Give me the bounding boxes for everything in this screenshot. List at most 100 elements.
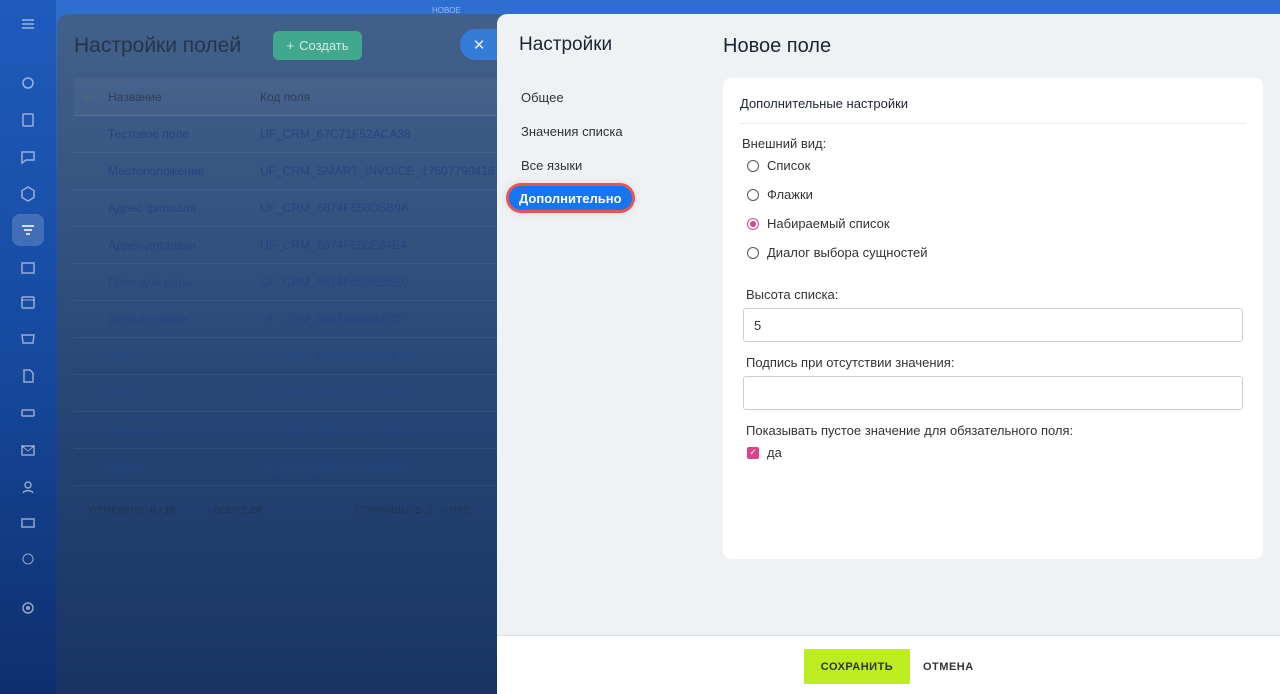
- close-icon: ✕: [472, 36, 486, 54]
- row-code: UF_CRM_6883983B03CD7: [260, 312, 409, 326]
- list-height-input[interactable]: [743, 308, 1243, 342]
- people-icon[interactable]: [14, 473, 42, 501]
- row-name[interactable]: Поле для даты: [108, 275, 260, 289]
- show-empty-label: Показывать пустое значение для обязатель…: [746, 423, 1074, 438]
- radio-entity-dialog[interactable]: Диалог выбора сущностей: [747, 245, 928, 260]
- radio-typed-list[interactable]: Набираемый список: [747, 216, 890, 231]
- document-icon[interactable]: [14, 362, 42, 390]
- monitor-icon[interactable]: [14, 510, 42, 538]
- mail-icon[interactable]: [14, 436, 42, 464]
- slider-title: Настройки: [519, 34, 613, 55]
- section-title: Дополнительные настройки: [740, 96, 1246, 124]
- table-row[interactable]: Фамилия UF_CRM_68AC9EC07B7C3: [74, 412, 517, 449]
- table-row[interactable]: Адрес филиала UF_CRM_6874F650D5B9A: [74, 190, 517, 227]
- row-name[interactable]: Цвет: [108, 349, 260, 363]
- empty-caption-input[interactable]: [743, 376, 1243, 410]
- row-code: UF_CRM_6874F650E64E4: [260, 238, 407, 252]
- hexagon-icon[interactable]: [14, 180, 42, 208]
- appearance-label: Внешний вид:: [742, 136, 827, 151]
- filter-icon[interactable]: [12, 214, 44, 246]
- nav-item-additional[interactable]: Дополнительно: [509, 186, 632, 210]
- row-name[interactable]: Адрес доставки: [108, 238, 260, 252]
- nav-item-list-values[interactable]: Значения списка: [509, 114, 635, 148]
- radio-label: Список: [767, 158, 811, 173]
- radio-button-selected[interactable]: [747, 217, 759, 230]
- row-code: UF_CRM_6874F650EB5E0: [260, 275, 409, 289]
- cancel-button[interactable]: ОТМЕНА: [915, 649, 982, 684]
- page-title: Настройки полей: [74, 34, 242, 57]
- form-title: Новое поле: [723, 35, 832, 57]
- table-row[interactable]: Поле для даты UF_CRM_6874F650EB5E0: [74, 264, 517, 301]
- table-row[interactable]: Местоположение UF_CRM_SMART_INVOICE_17507…: [74, 153, 517, 190]
- table-row[interactable]: Тестовое поле UF_CRM_67C71F52ACA38: [74, 116, 517, 153]
- radio-label: Флажки: [767, 187, 813, 202]
- row-code: UF_CRM_68AC9EC05BEA5: [260, 349, 415, 363]
- pagination: СТРАНИЦЫ: 1 2 ‹ ПРЕ: [355, 505, 470, 515]
- radio-button[interactable]: [747, 159, 759, 172]
- nav-item-all-languages[interactable]: Все языки: [509, 148, 635, 182]
- radio-label: Набираемый список: [767, 216, 890, 231]
- prev-link[interactable]: ‹ ПРЕ: [444, 505, 470, 515]
- settings-icon[interactable]: [14, 594, 42, 622]
- table-row[interactable]: Адрес доставки UF_CRM_6874F650E64E4: [74, 227, 517, 264]
- empty-caption-label: Подпись при отсутствии значения:: [746, 355, 955, 370]
- table-row[interactable]: Дата доставки UF_CRM_6883983B03CD7: [74, 301, 517, 338]
- cart-icon[interactable]: [14, 325, 42, 353]
- row-code: UF_CRM_67C71F52ACA38: [260, 127, 411, 141]
- board-icon[interactable]: [14, 254, 42, 282]
- more-icon[interactable]: [14, 545, 42, 573]
- slider-footer: СОХРАНИТЬ ОТМЕНА: [497, 635, 1280, 694]
- radio-label: Диалог выбора сущностей: [767, 245, 928, 260]
- selected-count: ОТМЕЧЕНО: 0 / 10: [90, 505, 176, 515]
- list-height-label: Высота списка:: [746, 287, 839, 302]
- page-1-link[interactable]: 1: [415, 505, 420, 515]
- row-name[interactable]: Фамилия: [108, 423, 260, 437]
- radio-button[interactable]: [747, 246, 759, 259]
- page-2-link[interactable]: 2: [427, 505, 432, 515]
- checkmark-icon[interactable]: ✓: [747, 446, 759, 459]
- row-name[interactable]: Тестовое поле: [108, 127, 260, 141]
- fields-settings-page: Настройки полей + Создать ✕ ⚙ Название К…: [57, 14, 517, 694]
- checkbox-label: да: [767, 445, 782, 460]
- gear-icon[interactable]: ⚙: [74, 90, 108, 104]
- plus-icon: +: [286, 38, 295, 53]
- save-button[interactable]: СОХРАНИТЬ: [804, 649, 910, 684]
- tasks-icon[interactable]: [14, 106, 42, 134]
- radio-checkboxes[interactable]: Флажки: [747, 187, 813, 202]
- radio-button[interactable]: [747, 188, 759, 201]
- column-header-code[interactable]: Код поля: [260, 90, 517, 104]
- row-code: UF_CRM_68AC9EC082B32: [260, 460, 412, 474]
- total-count: ВСЕГО: 20: [213, 505, 262, 515]
- table-header: ⚙ Название Код поля: [74, 78, 517, 116]
- row-name[interactable]: Местоположение: [108, 164, 260, 178]
- show-empty-checkbox[interactable]: ✓ да: [747, 445, 782, 460]
- row-name[interactable]: Имя: [108, 386, 260, 400]
- row-code: UF_CRM_6874F650D5B9A: [260, 201, 409, 215]
- row-code: UF_CRM_68AC9EC07B7C3: [260, 423, 414, 437]
- left-rail: [0, 0, 56, 694]
- radio-list[interactable]: Список: [747, 158, 810, 173]
- create-button[interactable]: + Создать: [273, 31, 362, 60]
- close-slider-button[interactable]: ✕: [460, 29, 498, 60]
- storage-icon[interactable]: [14, 399, 42, 427]
- activity-icon[interactable]: [14, 69, 42, 97]
- settings-slider: Настройки Общее Значения списка Все язык…: [497, 14, 1280, 694]
- nav-item-general[interactable]: Общее: [509, 80, 635, 114]
- row-name[interactable]: Адрес: [108, 460, 260, 474]
- table-row[interactable]: Цвет UF_CRM_68AC9EC05BEA5: [74, 338, 517, 375]
- chat-icon[interactable]: [14, 143, 42, 171]
- table-footer: ОТМЕЧЕНО: 0 / 10 ВСЕГО: 20 СТРАНИЦЫ: 1 2…: [90, 505, 470, 515]
- row-name[interactable]: Дата доставки: [108, 312, 260, 326]
- settings-nav: Общее Значения списка Все языки Дополнит…: [509, 80, 635, 210]
- fields-table: ⚙ Название Код поля Тестовое поле UF_CRM_…: [74, 78, 517, 486]
- additional-settings-card: Дополнительные настройки Внешний вид: Сп…: [723, 78, 1263, 559]
- row-code: UF_CRM_68AC9EC074411: [260, 386, 410, 400]
- menu-icon[interactable]: [14, 10, 42, 38]
- row-name[interactable]: Адрес филиала: [108, 201, 260, 215]
- table-row[interactable]: Имя UF_CRM_68AC9EC074411: [74, 375, 517, 412]
- column-header-name[interactable]: Название: [108, 90, 260, 104]
- row-code: UF_CRM_SMART_INVOICE_17507790418: [260, 164, 495, 178]
- calendar-icon[interactable]: [14, 288, 42, 316]
- create-button-label: Создать: [299, 38, 349, 53]
- table-row[interactable]: Адрес UF_CRM_68AC9EC082B32: [74, 449, 517, 486]
